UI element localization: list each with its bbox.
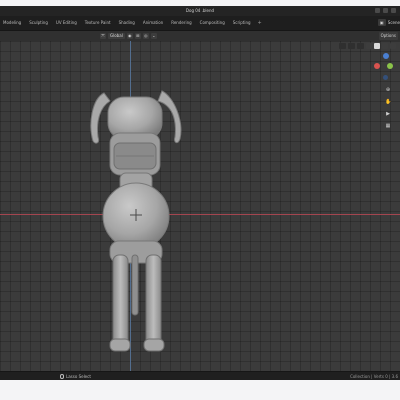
grid-icon[interactable]: ▦ [385,123,391,129]
chevron-down-icon[interactable]: ⌄ [150,33,157,39]
title-bar: Dog 04 .blend [0,6,400,16]
close-button[interactable] [391,8,396,13]
tab-rendering[interactable]: Rendering [168,19,194,27]
material-shading-button[interactable] [382,43,388,49]
dog-model[interactable] [80,79,200,369]
rendered-shading-button[interactable] [390,43,396,49]
proportional-edit-icon[interactable]: ◎ [142,33,149,39]
options-dropdown[interactable]: Options [378,32,398,40]
tab-uv-editing[interactable]: UV Editing [53,19,80,27]
gizmo-x-axis[interactable] [374,63,380,69]
window-title: Dog 04 .blend [185,8,215,13]
transform-tools: ⤧ Global ◉ ⊞ ◎ ⌄ [100,33,157,39]
gizmo-z-axis[interactable] [383,53,389,59]
minimize-button[interactable] [375,8,380,13]
viewport-header: ⤧ Global ◉ ⊞ ◎ ⌄ Options [0,31,400,41]
overlay-toggle[interactable] [357,43,364,49]
tab-sculpting[interactable]: Sculpting [26,19,51,27]
scene-selector[interactable]: ▣ Scene [377,19,400,26]
workspace-tabs: Modeling Sculpting UV Editing Texture Paint… [0,19,264,27]
window-controls [375,8,396,13]
hand-icon[interactable]: ✋ [385,99,391,105]
gizmo-y-axis[interactable] [387,63,393,69]
blender-window: Dog 04 .blend Modeling Sculpting UV Editin… [0,6,400,380]
3d-viewport[interactable]: ⊕ ✋ ▶ ▦ [0,41,400,371]
pivot-icon[interactable]: ◉ [126,33,133,39]
snap-icon[interactable]: ⊞ [134,33,141,39]
tab-shading[interactable]: Shading [116,19,138,27]
add-workspace-button[interactable]: + [256,19,264,27]
x-axis-line [0,214,400,215]
tab-modeling[interactable]: Modeling [0,19,24,27]
gizmo-neg-z-axis[interactable] [383,75,388,80]
tab-compositing[interactable]: Compositing [197,19,228,27]
zoom-icon[interactable]: ⊕ [385,87,391,93]
transform-orientation-dropdown[interactable]: Global [108,33,125,39]
status-hint-text: Lasso Select [66,374,91,379]
wireframe-shading-button[interactable] [366,43,372,49]
maximize-button[interactable] [383,8,388,13]
view-gizmo[interactable] [374,53,396,83]
workspace-tab-bar: Modeling Sculpting UV Editing Texture Paint… [0,16,400,31]
mouse-icon [60,374,64,379]
tab-texture-paint[interactable]: Texture Paint [82,19,114,27]
scene-icon: ▣ [377,19,386,26]
orientation-icon: ⤧ [100,33,106,39]
status-hint: Lasso Select [60,373,91,380]
status-info: Collection | Verts 0 | 3.6 [350,374,398,379]
status-bar: Lasso Select Collection | Verts 0 | 3.6 [0,371,400,380]
solid-shading-button[interactable] [374,43,380,49]
viewport-shading-controls [339,43,396,49]
tab-scripting[interactable]: Scripting [230,19,254,27]
viewport-navigation-tools: ⊕ ✋ ▶ ▦ [385,87,391,129]
gizmo-toggle[interactable] [348,43,355,49]
scene-label: Scene [387,20,400,25]
camera-icon[interactable]: ▶ [385,111,391,117]
view-dropdown[interactable] [339,43,346,49]
tab-animation[interactable]: Animation [140,19,166,27]
